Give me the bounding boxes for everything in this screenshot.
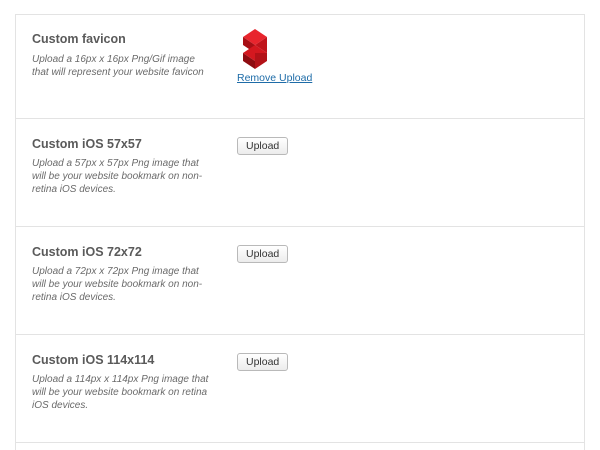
setting-title: Custom favicon <box>32 32 126 46</box>
remove-upload-link[interactable]: Remove Upload <box>237 72 312 84</box>
setting-title: Custom iOS 57x57 <box>32 137 142 151</box>
setting-row-ios-57: Custom iOS 57x57 Upload a 57px x 57px Pn… <box>16 118 584 227</box>
setting-row-ios-114: Custom iOS 114x114 Upload a 114px x 114p… <box>16 334 584 443</box>
upload-button-ios-72[interactable]: Upload <box>237 245 289 263</box>
settings-panel: Custom favicon Upload a 16px x 16px Png/… <box>15 14 585 450</box>
setting-row-ios-72: Custom iOS 72x72 Upload a 72px x 72px Pn… <box>16 226 584 335</box>
setting-description: Upload a 114px x 114px Png image that wi… <box>32 374 209 411</box>
upload-button-ios-114[interactable]: Upload <box>237 353 289 371</box>
setting-description: Upload a 16px x 16px Png/Gif image that … <box>32 54 204 78</box>
favicon-preview-icon <box>243 29 267 69</box>
setting-title: Custom iOS 72x72 <box>32 245 142 259</box>
upload-button-ios-57[interactable]: Upload <box>237 137 289 155</box>
setting-title: Custom iOS 114x114 <box>32 353 155 367</box>
setting-row-favicon: Custom favicon Upload a 16px x 16px Png/… <box>16 15 584 119</box>
setting-description: Upload a 57px x 57px Png image that will… <box>32 158 203 195</box>
setting-description: Upload a 72px x 72px Png image that will… <box>32 266 203 303</box>
